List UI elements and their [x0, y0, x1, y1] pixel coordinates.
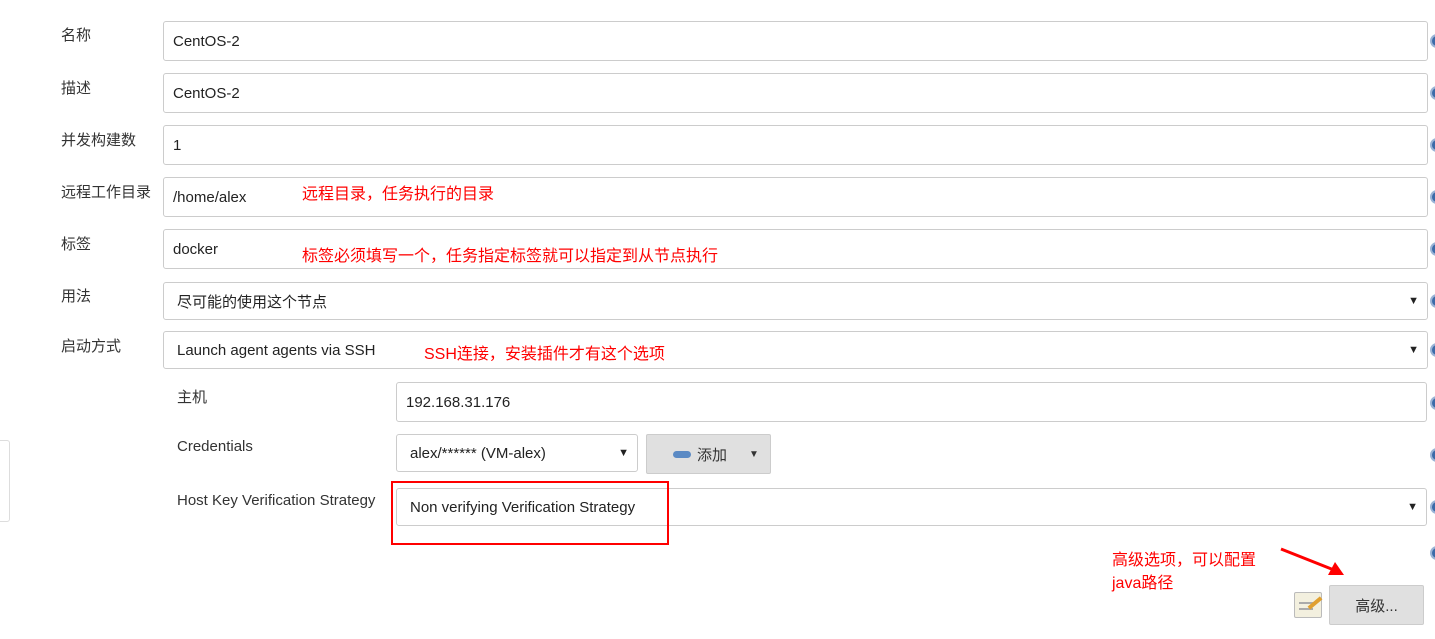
help-icon[interactable]: [1430, 500, 1435, 514]
host-label: 主机: [177, 389, 208, 406]
help-icon[interactable]: [1430, 34, 1435, 48]
advanced-button[interactable]: 高级...: [1329, 585, 1424, 625]
dropdown-arrow-icon: ▼: [1408, 295, 1419, 307]
help-icon[interactable]: [1430, 546, 1435, 560]
side-panel-edge: [0, 440, 10, 522]
annotation-ssh: SSH连接，安装插件才有这个选项: [424, 346, 665, 363]
description-label: 描述: [61, 80, 92, 97]
notepad-icon: [1294, 592, 1323, 618]
usage-select[interactable]: 尽可能的使用这个节点 ▼: [163, 282, 1428, 320]
annotation-advanced-line1: 高级选项，可以配置: [1112, 552, 1257, 569]
credentials-select[interactable]: alex/****** (VM-alex) ▼: [396, 434, 638, 472]
labels-label: 标签: [61, 236, 92, 253]
hostkey-label: Host Key Verification Strategy: [177, 492, 376, 509]
help-icon[interactable]: [1430, 448, 1435, 462]
help-icon[interactable]: [1430, 138, 1435, 152]
launch-select[interactable]: Launch agent agents via SSH ▼: [163, 331, 1428, 369]
help-icon[interactable]: [1430, 190, 1435, 204]
annotation-remote-dir: 远程目录，任务执行的目录: [302, 186, 495, 203]
help-icon[interactable]: [1430, 343, 1435, 357]
caret-down-icon: ▼: [749, 448, 759, 460]
credentials-label: Credentials: [177, 438, 253, 455]
host-input[interactable]: 192.168.31.176: [396, 382, 1427, 422]
remote-dir-label: 远程工作目录: [61, 184, 152, 201]
add-credentials-button[interactable]: 添加 ▼: [646, 434, 771, 474]
name-input[interactable]: CentOS-2: [163, 21, 1428, 61]
help-icon[interactable]: [1430, 396, 1435, 410]
annotation-labels: 标签必须填写一个，任务指定标签就可以指定到从节点执行: [302, 248, 719, 265]
annotation-advanced: 高级选项，可以配置 java路径: [1112, 549, 1256, 595]
help-icon[interactable]: [1430, 86, 1435, 100]
usage-label: 用法: [61, 288, 92, 305]
name-label: 名称: [61, 27, 92, 44]
help-icon[interactable]: [1430, 242, 1435, 256]
help-icon[interactable]: [1430, 294, 1435, 308]
executors-input[interactable]: 1: [163, 125, 1428, 165]
key-icon: [673, 450, 691, 458]
dropdown-arrow-icon: ▼: [1407, 501, 1418, 513]
launch-value: Launch agent agents via SSH: [177, 341, 376, 359]
launch-label: 启动方式: [61, 338, 122, 355]
usage-value: 尽可能的使用这个节点: [177, 293, 328, 311]
highlight-box: [391, 481, 669, 545]
arrow-annotation-icon: [1280, 547, 1344, 575]
add-label: 添加: [697, 446, 728, 464]
executors-label: 并发构建数: [61, 132, 137, 149]
dropdown-arrow-icon: ▼: [1408, 344, 1419, 356]
description-input[interactable]: CentOS-2: [163, 73, 1428, 113]
annotation-advanced-line2: java路径: [1112, 575, 1174, 592]
dropdown-arrow-icon: ▼: [618, 447, 629, 459]
credentials-value: alex/****** (VM-alex): [410, 444, 546, 462]
